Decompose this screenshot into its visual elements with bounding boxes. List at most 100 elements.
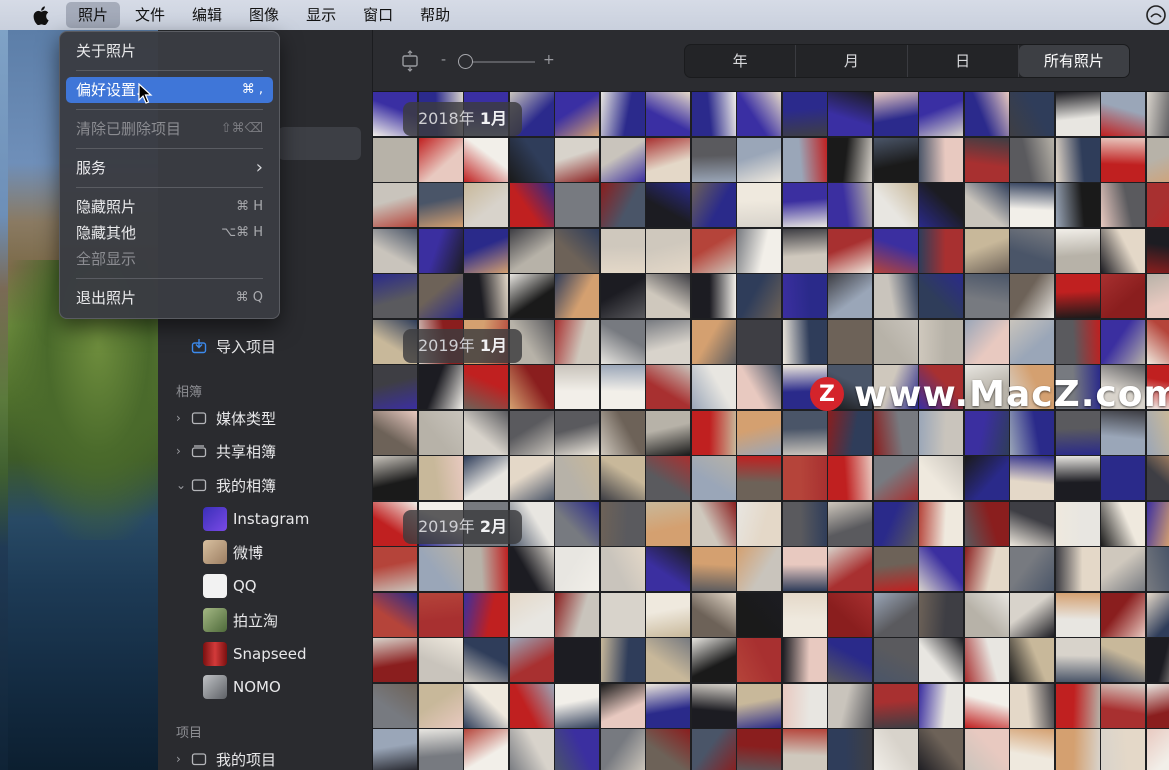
photo-thumbnail[interactable]: [1101, 683, 1145, 728]
photo-thumbnail[interactable]: [782, 547, 827, 591]
photo-thumbnail[interactable]: [600, 274, 645, 318]
photo-thumbnail[interactable]: [919, 319, 963, 364]
photo-thumbnail[interactable]: [691, 456, 736, 500]
photo-thumbnail[interactable]: [464, 183, 508, 227]
menu-photos[interactable]: 照片: [66, 2, 121, 28]
photo-thumbnail[interactable]: [1101, 274, 1145, 318]
photo-thumbnail[interactable]: [373, 729, 417, 770]
photo-thumbnail[interactable]: [873, 638, 918, 682]
apple-logo-icon[interactable]: [30, 4, 52, 26]
photo-thumbnail[interactable]: [646, 410, 690, 455]
album-instagram[interactable]: Instagram: [203, 506, 309, 532]
photo-thumbnail[interactable]: [1055, 274, 1100, 318]
photo-thumbnail[interactable]: [782, 638, 827, 682]
photo-thumbnail[interactable]: [1055, 228, 1100, 273]
photo-thumbnail[interactable]: [555, 501, 599, 546]
menu-item-services[interactable]: 服务 ›: [66, 155, 273, 181]
photo-thumbnail[interactable]: [555, 365, 599, 409]
photo-thumbnail[interactable]: [737, 365, 781, 409]
photo-thumbnail[interactable]: [646, 274, 690, 318]
photo-thumbnail[interactable]: [691, 592, 736, 637]
photo-thumbnail[interactable]: [509, 137, 554, 182]
photo-thumbnail[interactable]: [555, 183, 599, 227]
photo-thumbnail[interactable]: [691, 183, 736, 227]
photo-thumbnail[interactable]: [1146, 456, 1169, 500]
photo-thumbnail[interactable]: [1146, 92, 1169, 136]
photo-thumbnail[interactable]: [646, 456, 690, 500]
photo-thumbnail[interactable]: [509, 274, 554, 318]
photo-thumbnail[interactable]: [600, 592, 645, 637]
sidebar-item-import[interactable]: 导入项目: [190, 333, 276, 359]
photo-thumbnail[interactable]: [1010, 92, 1054, 136]
photo-thumbnail[interactable]: [646, 365, 690, 409]
photo-thumbnail[interactable]: [509, 183, 554, 227]
chevron-right-icon[interactable]: ›: [176, 444, 190, 458]
photo-thumbnail[interactable]: [1055, 137, 1100, 182]
photo-thumbnail[interactable]: [1010, 729, 1054, 770]
photo-thumbnail[interactable]: [509, 638, 554, 682]
menu-view[interactable]: 显示: [294, 2, 348, 28]
photo-thumbnail[interactable]: [828, 92, 872, 136]
photo-thumbnail[interactable]: [873, 456, 918, 500]
zoom-out-button[interactable]: -: [441, 52, 446, 68]
menu-item-about[interactable]: 关于照片: [66, 38, 273, 64]
zoom-knob[interactable]: [458, 54, 473, 69]
photo-thumbnail[interactable]: [1146, 183, 1169, 227]
photo-thumbnail[interactable]: [964, 183, 1009, 227]
photo-thumbnail[interactable]: [1055, 456, 1100, 500]
photo-thumbnail[interactable]: [964, 592, 1009, 637]
menu-edit[interactable]: 编辑: [180, 2, 234, 28]
photo-thumbnail[interactable]: [555, 137, 599, 182]
photo-thumbnail[interactable]: [1101, 228, 1145, 273]
photo-thumbnail[interactable]: [373, 592, 417, 637]
photo-thumbnail[interactable]: [737, 319, 781, 364]
photo-thumbnail[interactable]: [782, 183, 827, 227]
photo-thumbnail[interactable]: [691, 547, 736, 591]
photo-thumbnail[interactable]: [828, 729, 872, 770]
photo-thumbnail[interactable]: [873, 228, 918, 273]
photo-thumbnail[interactable]: [782, 228, 827, 273]
menu-file[interactable]: 文件: [123, 2, 177, 28]
sidebar-selected-row[interactable]: [278, 127, 361, 160]
photo-thumbnail[interactable]: [600, 319, 645, 364]
photo-thumbnail[interactable]: [464, 274, 508, 318]
photo-thumbnail[interactable]: [691, 638, 736, 682]
sidebar-group-media-types[interactable]: › 媒体类型: [176, 405, 276, 431]
photo-thumbnail[interactable]: [919, 683, 963, 728]
photo-thumbnail[interactable]: [1146, 501, 1169, 546]
photo-thumbnail[interactable]: [737, 592, 781, 637]
tab-months[interactable]: 月: [796, 45, 908, 77]
photo-thumbnail[interactable]: [600, 729, 645, 770]
photo-thumbnail[interactable]: [1010, 183, 1054, 227]
photo-thumbnail[interactable]: [737, 274, 781, 318]
photo-thumbnail[interactable]: [600, 456, 645, 500]
photo-thumbnail[interactable]: [646, 228, 690, 273]
photo-thumbnail[interactable]: [919, 729, 963, 770]
photo-thumbnail[interactable]: [418, 274, 463, 318]
photo-thumbnail[interactable]: [600, 501, 645, 546]
aspect-ratio-icon[interactable]: [399, 50, 421, 72]
photo-thumbnail[interactable]: [1146, 729, 1169, 770]
photo-thumbnail[interactable]: [555, 319, 599, 364]
menu-help[interactable]: 帮助: [408, 2, 462, 28]
photo-thumbnail[interactable]: [873, 183, 918, 227]
photo-thumbnail[interactable]: [919, 92, 963, 136]
photo-thumbnail[interactable]: [555, 638, 599, 682]
photo-thumbnail[interactable]: [464, 456, 508, 500]
photo-thumbnail[interactable]: [737, 410, 781, 455]
photo-thumbnail[interactable]: [555, 547, 599, 591]
photo-thumbnail[interactable]: [782, 92, 827, 136]
photo-thumbnail[interactable]: [600, 638, 645, 682]
photo-thumbnail[interactable]: [964, 729, 1009, 770]
album-pailitao[interactable]: 拍立淘: [203, 607, 278, 633]
photo-thumbnail[interactable]: [1146, 137, 1169, 182]
photo-thumbnail[interactable]: [782, 501, 827, 546]
photo-thumbnail[interactable]: [828, 547, 872, 591]
photo-thumbnail[interactable]: [691, 274, 736, 318]
photo-thumbnail[interactable]: [464, 137, 508, 182]
photo-thumbnail[interactable]: [418, 683, 463, 728]
photo-thumbnail[interactable]: [464, 729, 508, 770]
photo-thumbnail[interactable]: [600, 137, 645, 182]
photo-thumbnail[interactable]: [464, 547, 508, 591]
sidebar-group-my-albums[interactable]: ⌄ 我的相簿: [176, 472, 276, 498]
